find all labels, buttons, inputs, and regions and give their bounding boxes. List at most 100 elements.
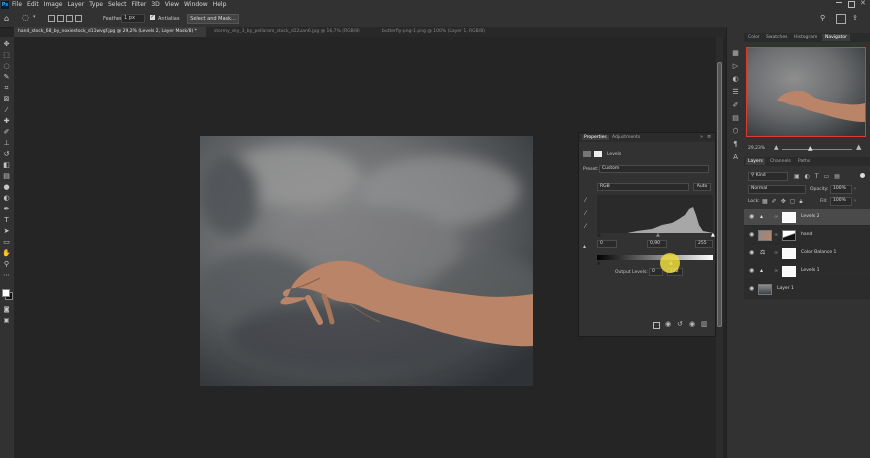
fill-dropdown-icon[interactable]: ›: [854, 198, 856, 204]
layer-filter-kind[interactable]: ⚲ Kind: [748, 172, 788, 181]
visibility-eye-icon[interactable]: ◉: [749, 214, 755, 220]
type-tool-icon[interactable]: T: [2, 216, 11, 225]
channel-dropdown[interactable]: RGB: [597, 183, 689, 191]
workspace-icon[interactable]: [836, 14, 846, 24]
new-selection-icon[interactable]: [48, 15, 55, 22]
layer-name[interactable]: Levels 1: [801, 268, 820, 273]
pixel-filter-icon[interactable]: ▣: [794, 173, 800, 180]
zoom-slider-handle[interactable]: ▲: [808, 145, 813, 152]
auto-button[interactable]: Auto: [693, 183, 711, 191]
panel-menu-icon[interactable]: ≡: [707, 134, 711, 140]
blend-mode-dropdown[interactable]: Normal: [748, 185, 806, 194]
subtract-selection-icon[interactable]: [66, 15, 73, 22]
delete-icon[interactable]: ▥: [701, 320, 708, 328]
tab-butterfly[interactable]: butterfly-png-1.png @ 100% (Layer 1, RGB…: [378, 27, 516, 37]
reset-icon[interactable]: ↺: [677, 320, 683, 328]
layer-mask-icon[interactable]: [594, 151, 602, 157]
menu-file[interactable]: File: [12, 1, 22, 8]
tab-navigator[interactable]: Navigator: [822, 34, 851, 41]
visibility-eye-icon[interactable]: ◉: [749, 250, 755, 256]
actions-panel-icon[interactable]: ▷: [731, 62, 740, 71]
select-and-mask-button[interactable]: Select and Mask...: [187, 14, 239, 24]
lock-position-icon[interactable]: ✥: [781, 198, 786, 206]
gray-point-eyedropper-icon[interactable]: ⁄: [585, 210, 586, 217]
hand-tool-icon[interactable]: ✋: [2, 249, 11, 258]
pen-tool-icon[interactable]: ✒: [2, 205, 11, 214]
black-point-eyedropper-icon[interactable]: ⁄: [585, 197, 586, 204]
collapse-icon[interactable]: »: [700, 134, 703, 140]
quick-selection-tool-icon[interactable]: ✎: [2, 73, 11, 82]
blur-tool-icon[interactable]: ●: [2, 183, 11, 192]
layer-name[interactable]: Color Balance 1: [801, 250, 836, 255]
brush-settings-icon[interactable]: ✐: [731, 101, 740, 110]
menu-select[interactable]: Select: [108, 1, 127, 8]
preset-dropdown[interactable]: Custom: [599, 165, 709, 173]
tab-properties[interactable]: Properties: [582, 135, 609, 140]
layer-mask-thumbnail[interactable]: [782, 266, 796, 277]
quick-mask-icon[interactable]: ◙: [2, 305, 11, 314]
tab-swatches[interactable]: Swatches: [766, 35, 788, 40]
layer-row-hand[interactable]: ◉ ∞ hand: [744, 227, 870, 244]
visibility-eye-icon[interactable]: ◉: [749, 268, 755, 274]
paragraph-icon[interactable]: ¶: [731, 140, 740, 149]
libraries-icon[interactable]: ▤: [731, 114, 740, 123]
tab-stormy-sky[interactable]: stormy_sky_3_by_pellaram_stock_d22uan6.j…: [210, 27, 375, 37]
layer-name[interactable]: hand: [801, 232, 812, 237]
input-gamma-field[interactable]: 0,90: [647, 240, 667, 248]
menu-layer[interactable]: Layer: [67, 1, 84, 8]
output-black-field[interactable]: 0: [649, 268, 663, 276]
intersect-selection-icon[interactable]: [75, 15, 82, 22]
white-point-eyedropper-icon[interactable]: ⁄: [585, 223, 586, 230]
menu-3d[interactable]: 3D: [151, 1, 159, 8]
antialias-checkbox[interactable]: ✓: [150, 15, 155, 20]
layer-mask-thumbnail[interactable]: [782, 212, 796, 223]
vertical-scrollbar[interactable]: [716, 37, 723, 458]
frame-tool-icon[interactable]: ⊠: [2, 95, 11, 104]
input-black-field[interactable]: 0: [597, 240, 617, 248]
share-icon[interactable]: ⇪: [852, 14, 858, 22]
properties-panel-icon[interactable]: ☰: [731, 88, 740, 97]
marquee-tool-icon[interactable]: ⬚: [2, 51, 11, 60]
menu-view[interactable]: View: [165, 1, 179, 8]
home-icon[interactable]: ⌂: [4, 14, 13, 23]
layer-row-levels-1[interactable]: ◉ ▴ ∞ Levels 1: [744, 263, 870, 280]
menu-type[interactable]: Type: [89, 1, 103, 8]
tab-channels[interactable]: Channels: [770, 159, 791, 164]
history-brush-tool-icon[interactable]: ↺: [2, 150, 11, 159]
foreground-color-swatch[interactable]: [2, 289, 10, 297]
move-tool-icon[interactable]: ✥: [2, 40, 11, 49]
opacity-dropdown-icon[interactable]: ›: [854, 186, 856, 192]
input-white-slider[interactable]: ▲: [711, 232, 715, 238]
layer-thumbnail[interactable]: [758, 230, 772, 241]
zoom-out-icon[interactable]: ▲: [774, 144, 779, 151]
navigator-zoom-value[interactable]: 29,23%: [748, 146, 765, 151]
input-white-field[interactable]: 255: [695, 240, 713, 248]
visibility-eye-icon[interactable]: ◉: [749, 286, 755, 292]
healing-brush-tool-icon[interactable]: ✚: [2, 117, 11, 126]
type-filter-icon[interactable]: T: [815, 173, 819, 180]
opacity-field[interactable]: 100%: [830, 185, 852, 194]
visibility-icon[interactable]: ◉: [689, 320, 695, 328]
shape-tool-icon[interactable]: ▭: [2, 238, 11, 247]
lock-transparent-icon[interactable]: ▦: [762, 198, 768, 206]
tab-color[interactable]: Color: [748, 35, 760, 40]
menu-edit[interactable]: Edit: [27, 1, 39, 8]
layer-name[interactable]: Layer 1: [777, 286, 794, 291]
clip-to-layer-icon[interactable]: [653, 322, 660, 329]
path-selection-tool-icon[interactable]: ➤: [2, 227, 11, 236]
menu-image[interactable]: Image: [44, 1, 63, 8]
input-black-slider[interactable]: ▲: [597, 232, 601, 238]
add-selection-icon[interactable]: [57, 15, 64, 22]
menu-filter[interactable]: Filter: [132, 1, 147, 8]
tab-histogram[interactable]: Histogram: [794, 35, 817, 40]
tab-paths[interactable]: Paths: [798, 159, 810, 164]
adjustments-panel-icon[interactable]: ◐: [731, 75, 740, 84]
character-icon[interactable]: A: [731, 153, 740, 162]
lock-all-icon[interactable]: 🔒︎: [799, 198, 802, 206]
lock-artboard-icon[interactable]: ▢: [790, 198, 796, 206]
document-image[interactable]: [200, 136, 533, 386]
layer-row-layer-1[interactable]: ◉ Layer 1: [744, 281, 870, 298]
output-black-slider[interactable]: ▲: [597, 260, 601, 266]
adjustment-filter-icon[interactable]: ◐: [805, 173, 810, 180]
brush-tool-icon[interactable]: ✐: [2, 128, 11, 137]
